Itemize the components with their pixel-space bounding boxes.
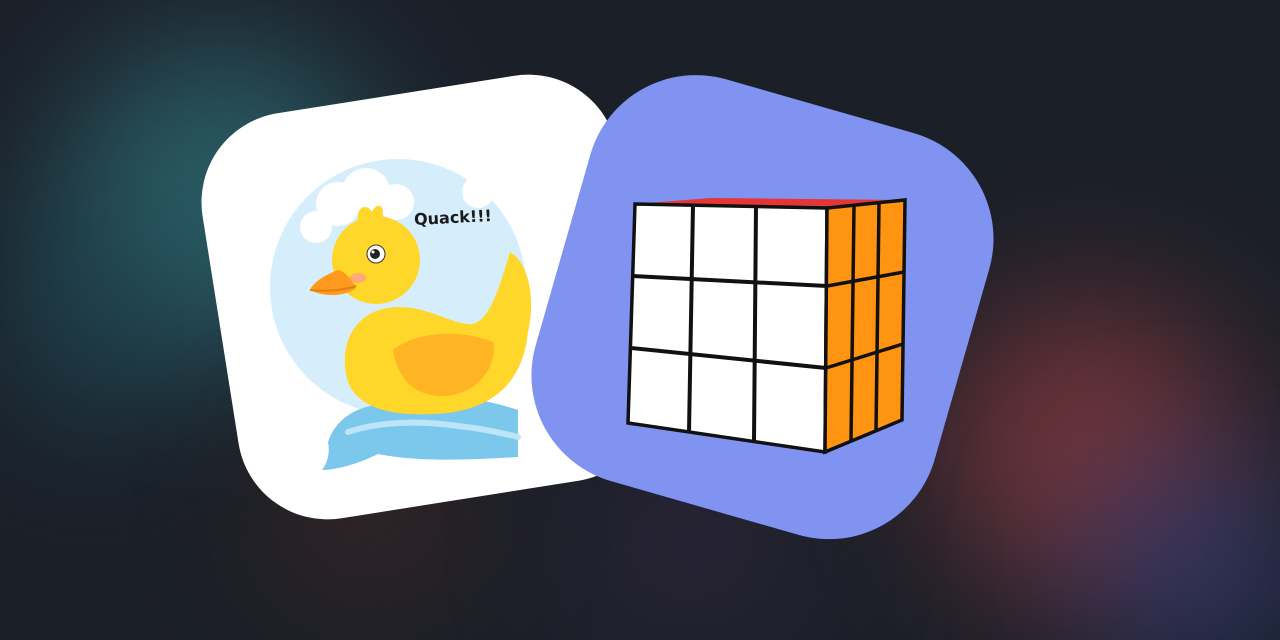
rubiks-cube-card [515,58,1010,556]
cube-front-face [626,202,829,455]
cube-side-face [823,198,907,455]
rubiks-cube-icon [531,75,994,540]
quack-speech-text: Quack!!! [413,205,493,230]
background-glow-teal-secondary [0,200,180,440]
